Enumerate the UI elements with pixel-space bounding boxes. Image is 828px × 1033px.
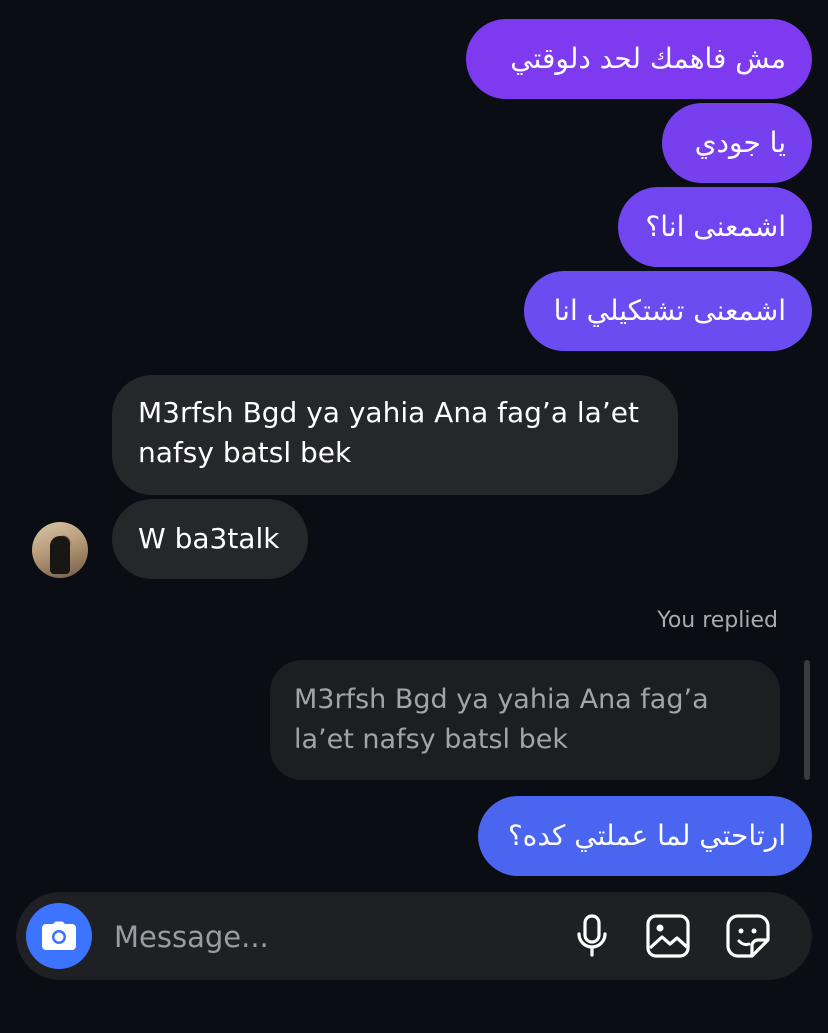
message-text: مش فاهمك لحد دلوقتي	[510, 42, 786, 75]
avatar-figure	[50, 536, 70, 574]
quote-indicator-bar	[804, 660, 810, 780]
outgoing-message[interactable]: اشمعنى تشتكيلي انا	[524, 271, 812, 351]
quoted-message[interactable]: M3rfsh Bgd ya yahia Ana fag’a la’et nafs…	[270, 660, 780, 780]
camera-button[interactable]	[26, 903, 92, 969]
incoming-message[interactable]: M3rfsh Bgd ya yahia Ana fag’a la’et nafs…	[112, 375, 678, 495]
message-text: اشمعنى انا؟	[645, 210, 786, 243]
microphone-button[interactable]	[568, 912, 616, 960]
avatar[interactable]	[32, 522, 88, 578]
message-text: ارتاحتي لما عملتي كده؟	[507, 819, 786, 852]
outgoing-reply-message[interactable]: ارتاحتي لما عملتي كده؟	[478, 796, 812, 876]
message-text: يا جودي	[694, 126, 786, 159]
incoming-message[interactable]: W ba3talk	[112, 499, 308, 579]
microphone-icon	[577, 914, 607, 957]
replied-label: You replied	[657, 608, 778, 633]
message-composer	[16, 892, 812, 980]
gallery-icon	[646, 914, 690, 958]
message-text: W ba3talk	[138, 522, 280, 555]
outgoing-message[interactable]: مش فاهمك لحد دلوقتي	[466, 19, 812, 99]
gallery-button[interactable]	[644, 912, 692, 960]
camera-icon	[42, 921, 76, 950]
sticker-icon	[726, 914, 770, 958]
message-input[interactable]	[112, 910, 546, 964]
message-text: اشمعنى تشتكيلي انا	[553, 294, 786, 327]
quoted-text: M3rfsh Bgd ya yahia Ana fag’a la’et nafs…	[294, 684, 709, 755]
sticker-button[interactable]	[724, 912, 772, 960]
outgoing-message[interactable]: اشمعنى انا؟	[618, 187, 812, 267]
outgoing-message[interactable]: يا جودي	[662, 103, 812, 183]
message-text: M3rfsh Bgd ya yahia Ana fag’a la’et nafs…	[138, 396, 639, 469]
